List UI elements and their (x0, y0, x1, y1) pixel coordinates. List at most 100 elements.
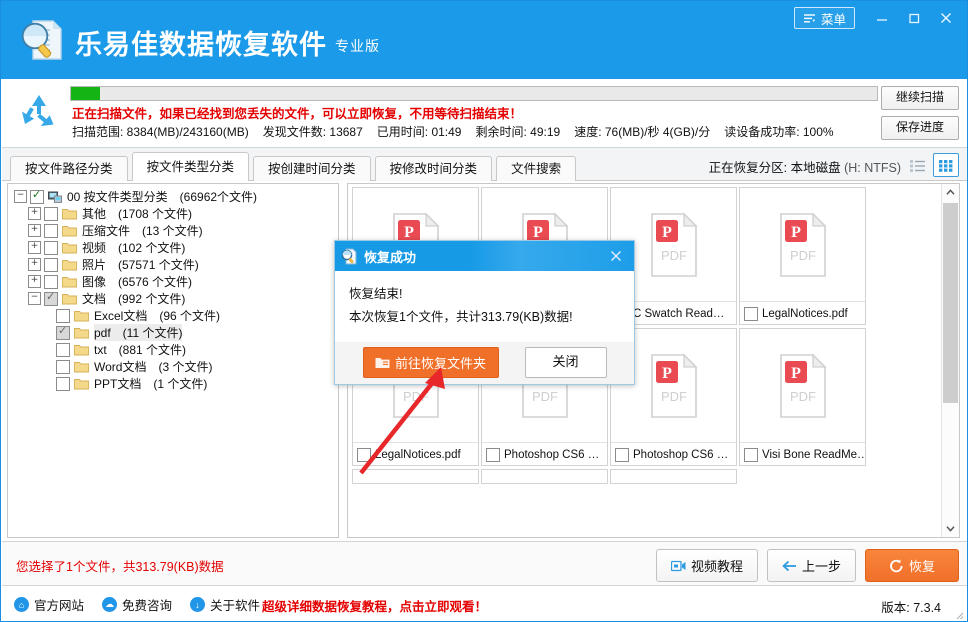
expand-icon[interactable]: + (28, 275, 41, 288)
tree-node-checkbox[interactable] (56, 376, 70, 391)
tree-node-checkbox[interactable] (56, 342, 70, 357)
tree-node[interactable]: + 其他 (1708 个文件) (8, 205, 338, 222)
tab-1[interactable]: 按文件类型分类 (131, 152, 250, 181)
grid-view-button[interactable] (933, 153, 959, 177)
tree-node-checkbox[interactable] (56, 308, 70, 323)
tab-label: 按文件类型分类 (146, 160, 235, 174)
file-tile[interactable]: P PDF LegalNotices.pdf (739, 187, 866, 325)
tree-node-label: 文档 (992 个文件) (82, 292, 186, 306)
tree-node-checkbox[interactable] (44, 223, 58, 238)
close-button[interactable] (931, 5, 961, 31)
tree-node[interactable]: PPT文档 (1 个文件) (8, 375, 338, 392)
title-bar: 乐易佳数据恢复软件 专业版 菜单 (1, 1, 967, 79)
file-tile[interactable]: P PDF Visi Bone ReadMe… (739, 328, 866, 466)
file-checkbox[interactable] (615, 447, 629, 462)
minimize-button[interactable] (867, 5, 897, 31)
tree-node[interactable]: Excel文档 (96 个文件) (8, 307, 338, 324)
tab-2[interactable]: 按创建时间分类 (253, 156, 371, 181)
recycle-arrows-icon (16, 89, 62, 135)
file-checkbox[interactable] (357, 447, 371, 462)
svg-text:PDF: PDF (403, 389, 429, 404)
expand-icon[interactable]: + (28, 258, 41, 271)
tree-node[interactable]: txt (881 个文件) (8, 341, 338, 358)
scrollbar-thumb[interactable] (943, 203, 958, 403)
collapse-icon[interactable]: − (28, 292, 41, 305)
stat-files-found: 发现文件数: 13687 (262, 125, 363, 139)
scroll-down-button[interactable] (942, 520, 959, 537)
tree-node-checkbox[interactable] (44, 206, 58, 221)
tree-node[interactable]: + 照片 (57571 个文件) (8, 256, 338, 273)
bottom-action-bar: 您选择了1个文件，共313.79(KB)数据 视频教程 上一步 恢复 (2, 541, 967, 586)
footer-link-2[interactable]: ↓ 关于软件 (190, 595, 260, 614)
tab-4[interactable]: 文件搜索 (496, 156, 577, 181)
tree-node[interactable]: − 00 按文件类型分类 (66962个文件) (8, 188, 338, 205)
tree-node-checkbox[interactable] (56, 359, 70, 374)
collapse-icon[interactable]: − (14, 190, 27, 203)
go-to-recovery-folder-button[interactable]: 前往恢复文件夹 (362, 346, 499, 378)
folder-icon (62, 208, 77, 219)
svg-text:P: P (662, 365, 672, 382)
tree-node[interactable]: + 压缩文件 (13 个文件) (8, 222, 338, 239)
dialog-footer: 前往恢复文件夹 关闭 (335, 342, 634, 382)
recover-button[interactable]: 恢复 (865, 549, 959, 582)
dialog-close-action-button[interactable]: 关闭 (524, 346, 607, 378)
svg-text:PDF: PDF (790, 389, 816, 404)
tab-label: 按文件路径分类 (25, 162, 113, 176)
previous-step-button[interactable]: 上一步 (766, 549, 856, 582)
info-download-icon: ↓ (190, 597, 206, 612)
file-grid-scrollbar[interactable] (941, 184, 959, 537)
file-checkbox[interactable] (744, 447, 758, 462)
dialog-close-button[interactable] (604, 244, 628, 268)
resize-grip-icon[interactable] (953, 609, 964, 620)
expand-icon[interactable]: + (28, 224, 41, 237)
maximize-button[interactable] (899, 5, 929, 31)
menu-lines-icon (803, 13, 816, 23)
computer-icon (48, 191, 62, 203)
folder-icon (62, 276, 77, 288)
tab-0[interactable]: 按文件路径分类 (10, 156, 128, 181)
folder-icon (62, 242, 77, 254)
file-type-tree: − 00 按文件类型分类 (66962个文件) + 其他 (1708 个文件) + 压缩文… (8, 184, 338, 392)
tree-node[interactable]: pdf (11 个文件) (8, 324, 338, 341)
stat-scan-range: 扫描范围: 8384(MB)/243160(MB) (72, 125, 249, 139)
continue-scan-button[interactable]: 继续扫描 (881, 86, 959, 110)
save-progress-button[interactable]: 保存进度 (881, 116, 959, 140)
tree-node-checkbox[interactable] (44, 290, 58, 306)
tab-3[interactable]: 按修改时间分类 (374, 156, 493, 181)
svg-text:PDF: PDF (661, 389, 687, 404)
tree-node[interactable]: + 视频 (102 个文件) (8, 239, 338, 256)
promo-link[interactable]: 超级详细数据恢复教程，点击立即观看！ (262, 596, 487, 615)
tree-node-checkbox[interactable] (44, 274, 58, 289)
folder-icon (74, 327, 89, 338)
tab-label: 按修改时间分类 (389, 162, 478, 176)
file-checkbox[interactable] (744, 306, 758, 321)
video-tutorial-button[interactable]: 视频教程 (655, 549, 758, 582)
expand-icon[interactable]: + (28, 207, 41, 220)
list-view-button[interactable] (904, 153, 930, 177)
file-name: Photoshop CS6 … (633, 448, 729, 461)
tree-node-checkbox[interactable] (30, 188, 44, 204)
tree-node-checkbox[interactable] (44, 240, 58, 255)
file-checkbox[interactable] (486, 447, 500, 462)
file-type-tree-panel[interactable]: − 00 按文件类型分类 (66962个文件) + 其他 (1708 个文件) + 压缩文… (7, 183, 339, 538)
scroll-up-button[interactable] (942, 184, 959, 201)
pdf-file-icon: P PDF (779, 352, 827, 418)
file-tile[interactable]: P PDF (352, 469, 479, 484)
tree-node-checkbox[interactable] (44, 257, 58, 272)
expand-icon[interactable]: + (28, 241, 41, 254)
tree-node[interactable]: Word文档 (3 个文件) (8, 358, 338, 375)
scan-progress-fill (71, 87, 101, 100)
file-caption: LegalNotices.pdf (740, 301, 865, 325)
tree-node[interactable]: + 图像 (6576 个文件) (8, 273, 338, 290)
tree-node[interactable]: − 文档 (992 个文件) (8, 290, 338, 307)
svg-text:P: P (791, 365, 801, 382)
tree-node-checkbox[interactable] (56, 324, 70, 340)
menu-button[interactable]: 菜单 (793, 7, 855, 29)
file-tile[interactable]: P PDF (610, 469, 737, 484)
footer-link-1[interactable]: ☁ 免费咨询 (102, 595, 172, 614)
footer-link-0[interactable]: ⌂ 官方网站 (14, 595, 84, 614)
file-tile[interactable]: P PDF (481, 469, 608, 484)
